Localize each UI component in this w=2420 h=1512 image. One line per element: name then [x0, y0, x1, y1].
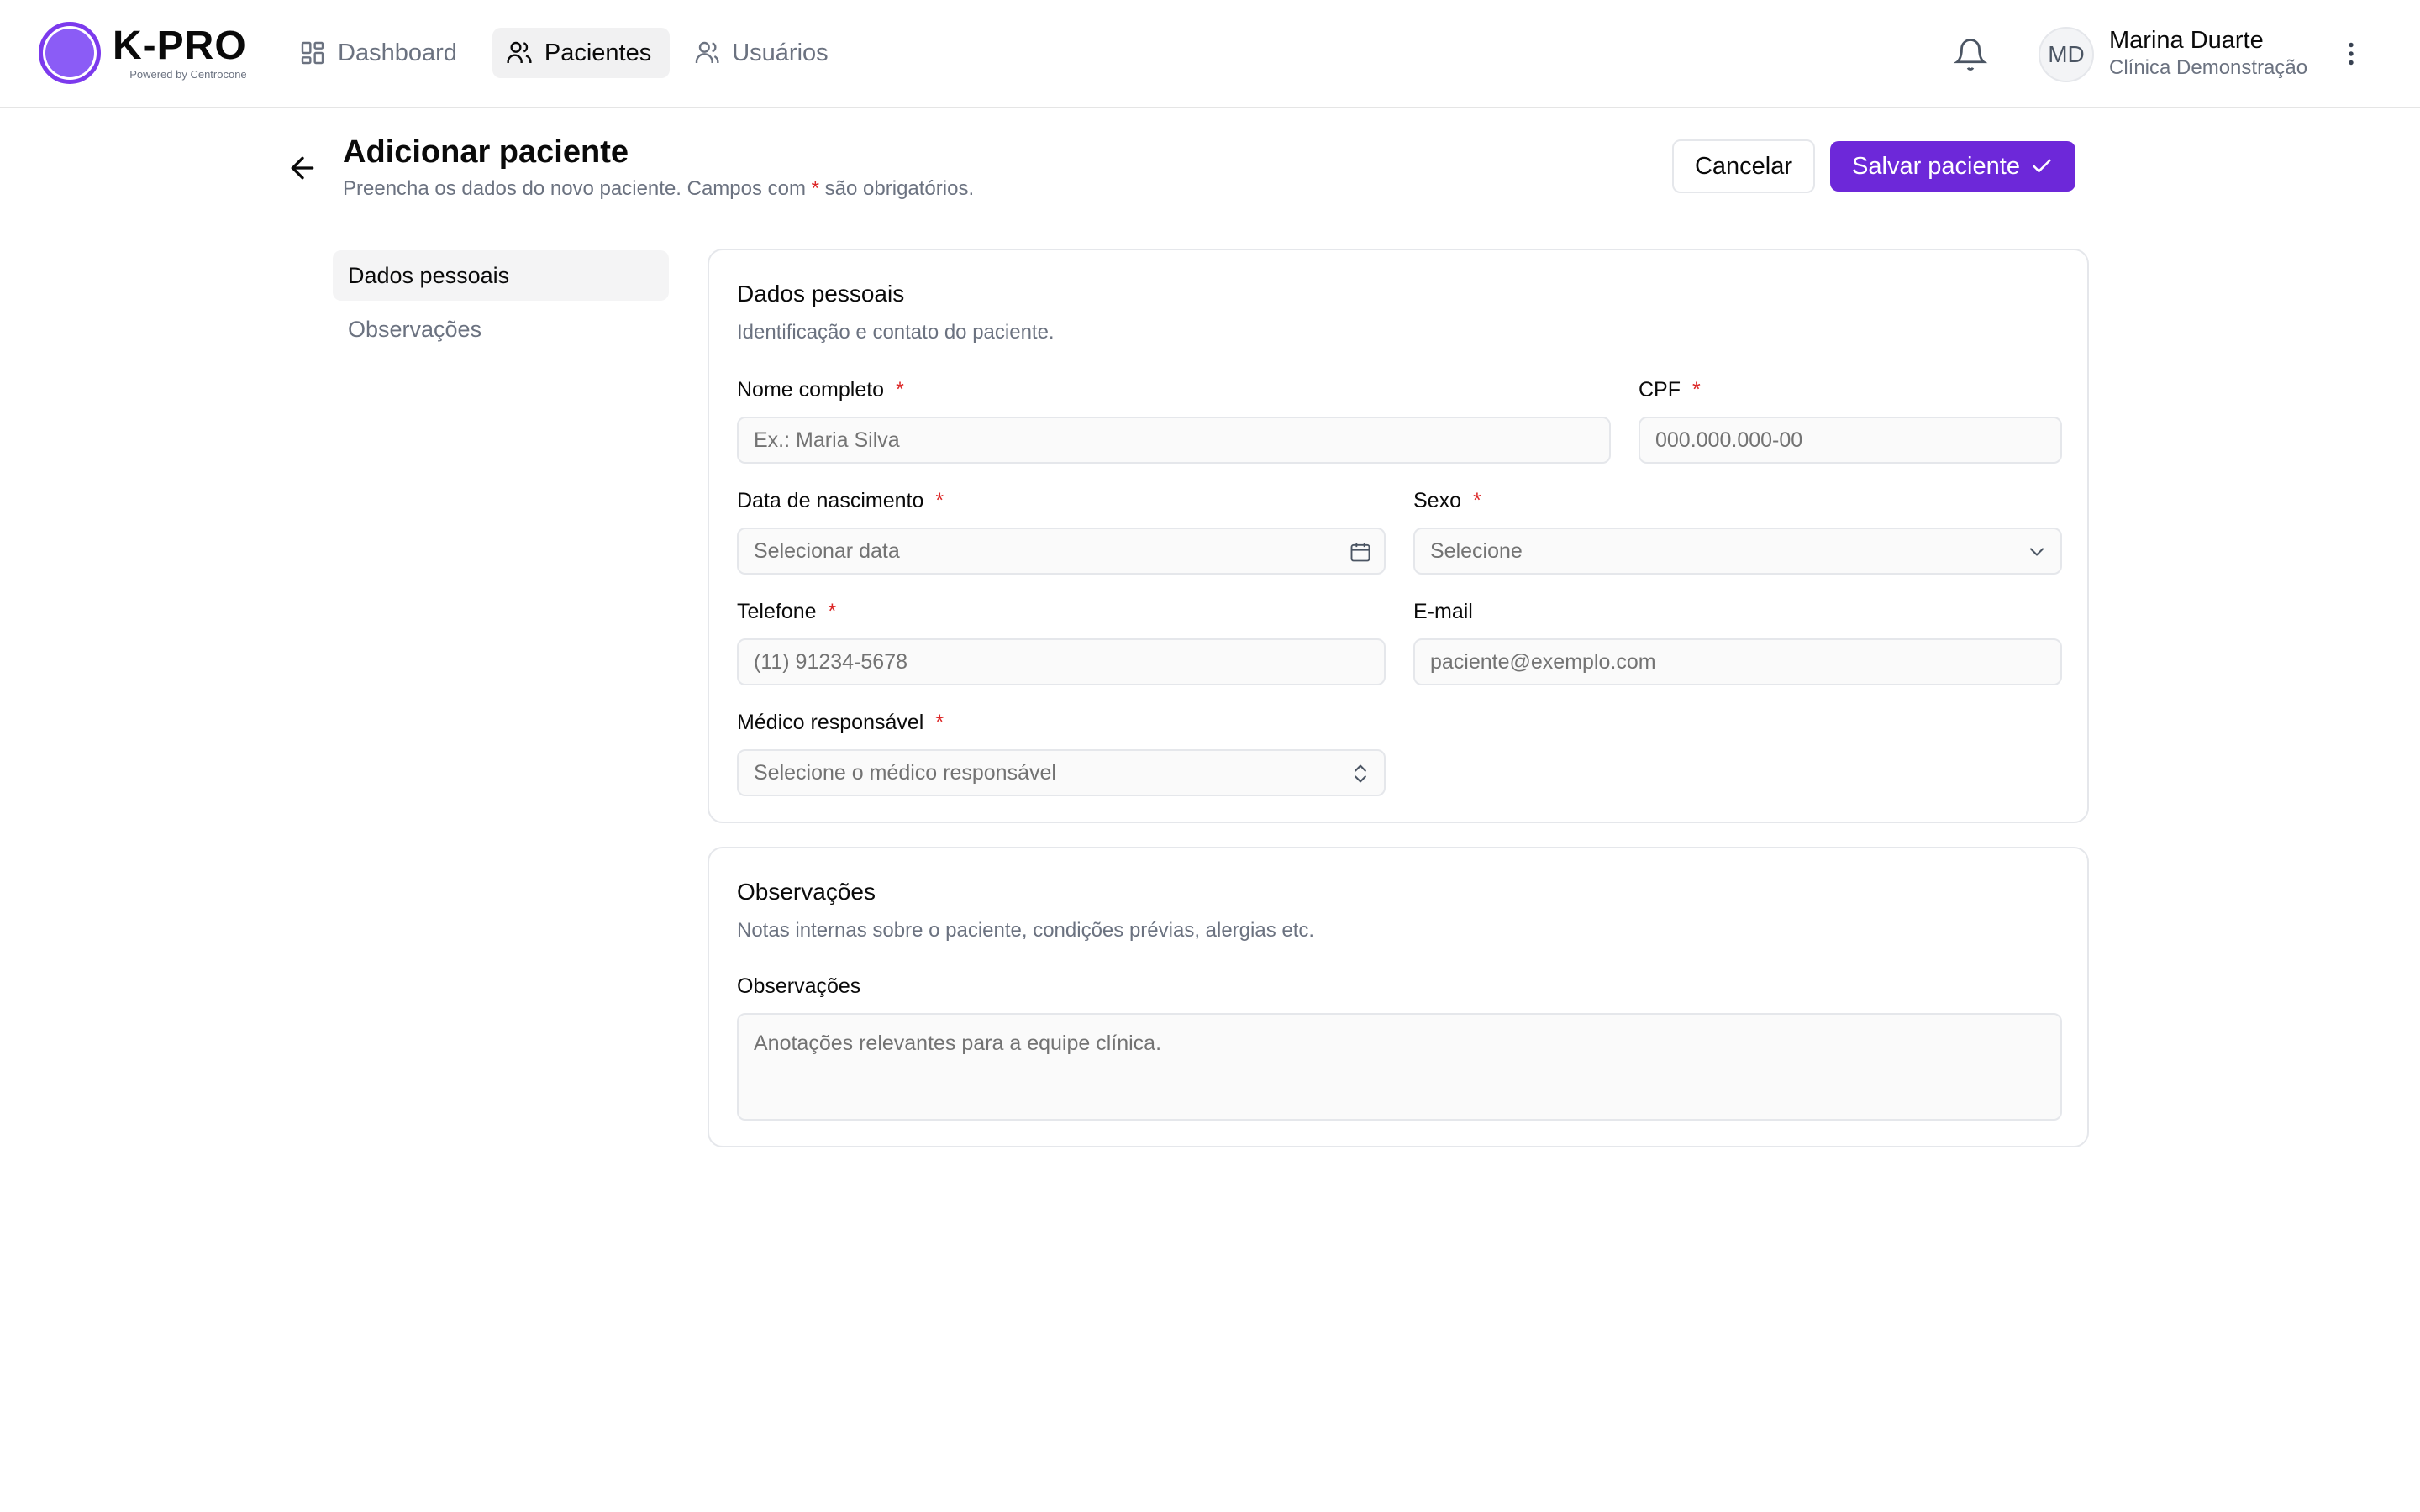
main-nav: Dashboard Pacientes Usuários	[292, 28, 847, 78]
required-mark: *	[896, 378, 904, 402]
save-patient-button[interactable]: Salvar paciente	[1830, 141, 2075, 192]
avatar[interactable]: MD	[2039, 27, 2094, 82]
notes-textarea[interactable]: Anotações relevantes para a equipe clíni…	[737, 1013, 2062, 1121]
section-nav-observacoes[interactable]: Observações	[333, 304, 669, 354]
required-mark: *	[1692, 378, 1701, 402]
bell-icon[interactable]	[1953, 37, 1988, 72]
user-organization: Clínica Demonstração	[2109, 56, 2308, 79]
nav-item-label: Usuários	[732, 39, 829, 66]
chevrons-up-down-icon	[1355, 764, 1366, 783]
input-placeholder: paciente@exemplo.com	[1430, 649, 1656, 674]
email-label: E-mail	[1413, 600, 1473, 623]
birthdate-label: Data de nascimento *	[737, 489, 944, 512]
nav-item-label: Dashboard	[338, 39, 457, 66]
email-input[interactable]: paciente@exemplo.com	[1413, 638, 2062, 685]
card-description: Identificação e contato do paciente.	[737, 321, 1055, 344]
user-icon	[696, 41, 719, 63]
card-description: Notas internas sobre o paciente, condiçõ…	[737, 919, 1315, 942]
required-mark: *	[828, 600, 837, 623]
page-subtitle: Preencha os dados do novo paciente. Camp…	[343, 177, 975, 200]
input-placeholder: 000.000.000-00	[1655, 428, 1803, 452]
check-icon	[2033, 159, 2051, 173]
nav-item-dashboard[interactable]: Dashboard	[292, 28, 476, 78]
calendar-icon	[1350, 543, 1370, 562]
cpf-label: CPF *	[1639, 378, 1701, 402]
user-name: Marina Duarte	[2109, 27, 2264, 54]
section-nav-dados-pessoais[interactable]: Dados pessoais	[333, 250, 669, 301]
brand-tagline: Powered by Centrocone	[129, 68, 247, 81]
input-placeholder: Anotações relevantes para a equipe clíni…	[754, 1032, 1162, 1055]
cancel-button[interactable]: Cancelar	[1672, 139, 1815, 193]
user-info[interactable]: Marina Duarte Clínica Demonstração	[2109, 25, 2307, 81]
chevron-down-icon	[2029, 548, 2044, 556]
input-placeholder: (11) 91234-5678	[754, 649, 908, 674]
notes-card: Observações Notas internas sobre o pacie…	[708, 847, 2089, 1147]
required-mark: *	[935, 489, 944, 512]
sex-select[interactable]: Selecione	[1413, 528, 2062, 575]
brand[interactable]: K-PRO Powered by Centrocone	[39, 22, 247, 84]
more-vertical-icon[interactable]	[2336, 37, 2366, 71]
input-placeholder: Selecionar data	[754, 538, 900, 563]
card-title: Dados pessoais	[737, 281, 905, 307]
brand-name: K-PRO	[113, 24, 247, 68]
doctor-combobox[interactable]: Selecione o médico responsável	[737, 749, 1386, 796]
personal-data-card: Dados pessoais Identificação e contato d…	[708, 249, 2089, 823]
sex-label: Sexo *	[1413, 489, 1481, 512]
card-title: Observações	[737, 879, 876, 905]
top-bar: K-PRO Powered by Centrocone Dashboard Pa…	[0, 0, 2420, 108]
input-placeholder: Selecione o médico responsável	[754, 760, 1056, 785]
phone-input[interactable]: (11) 91234-5678	[737, 638, 1386, 685]
nav-item-pacientes[interactable]: Pacientes	[492, 28, 671, 78]
dashboard-icon	[301, 41, 324, 65]
save-button-label: Salvar paciente	[1852, 152, 2020, 180]
input-placeholder: Ex.: Maria Silva	[754, 428, 900, 452]
arrow-left-icon[interactable]	[286, 151, 319, 185]
notes-label: Observações	[737, 974, 861, 998]
phone-label: Telefone *	[737, 600, 837, 623]
name-label: Nome completo *	[737, 378, 904, 402]
input-placeholder: Selecione	[1430, 538, 1523, 563]
section-nav: Dados pessoais Observações	[333, 250, 669, 354]
users-icon	[507, 41, 532, 63]
required-mark: *	[935, 711, 944, 734]
required-mark: *	[811, 177, 820, 200]
nav-item-label: Pacientes	[544, 39, 652, 66]
doctor-label: Médico responsável *	[737, 711, 944, 734]
full-name-input[interactable]: Ex.: Maria Silva	[737, 417, 1611, 464]
birthdate-picker[interactable]: Selecionar data	[737, 528, 1386, 575]
nav-item-usuarios[interactable]: Usuários	[687, 28, 846, 78]
page-title: Adicionar paciente	[343, 134, 629, 170]
required-mark: *	[1472, 489, 1481, 512]
cpf-input[interactable]: 000.000.000-00	[1639, 417, 2062, 464]
brand-logo-icon	[39, 22, 101, 84]
